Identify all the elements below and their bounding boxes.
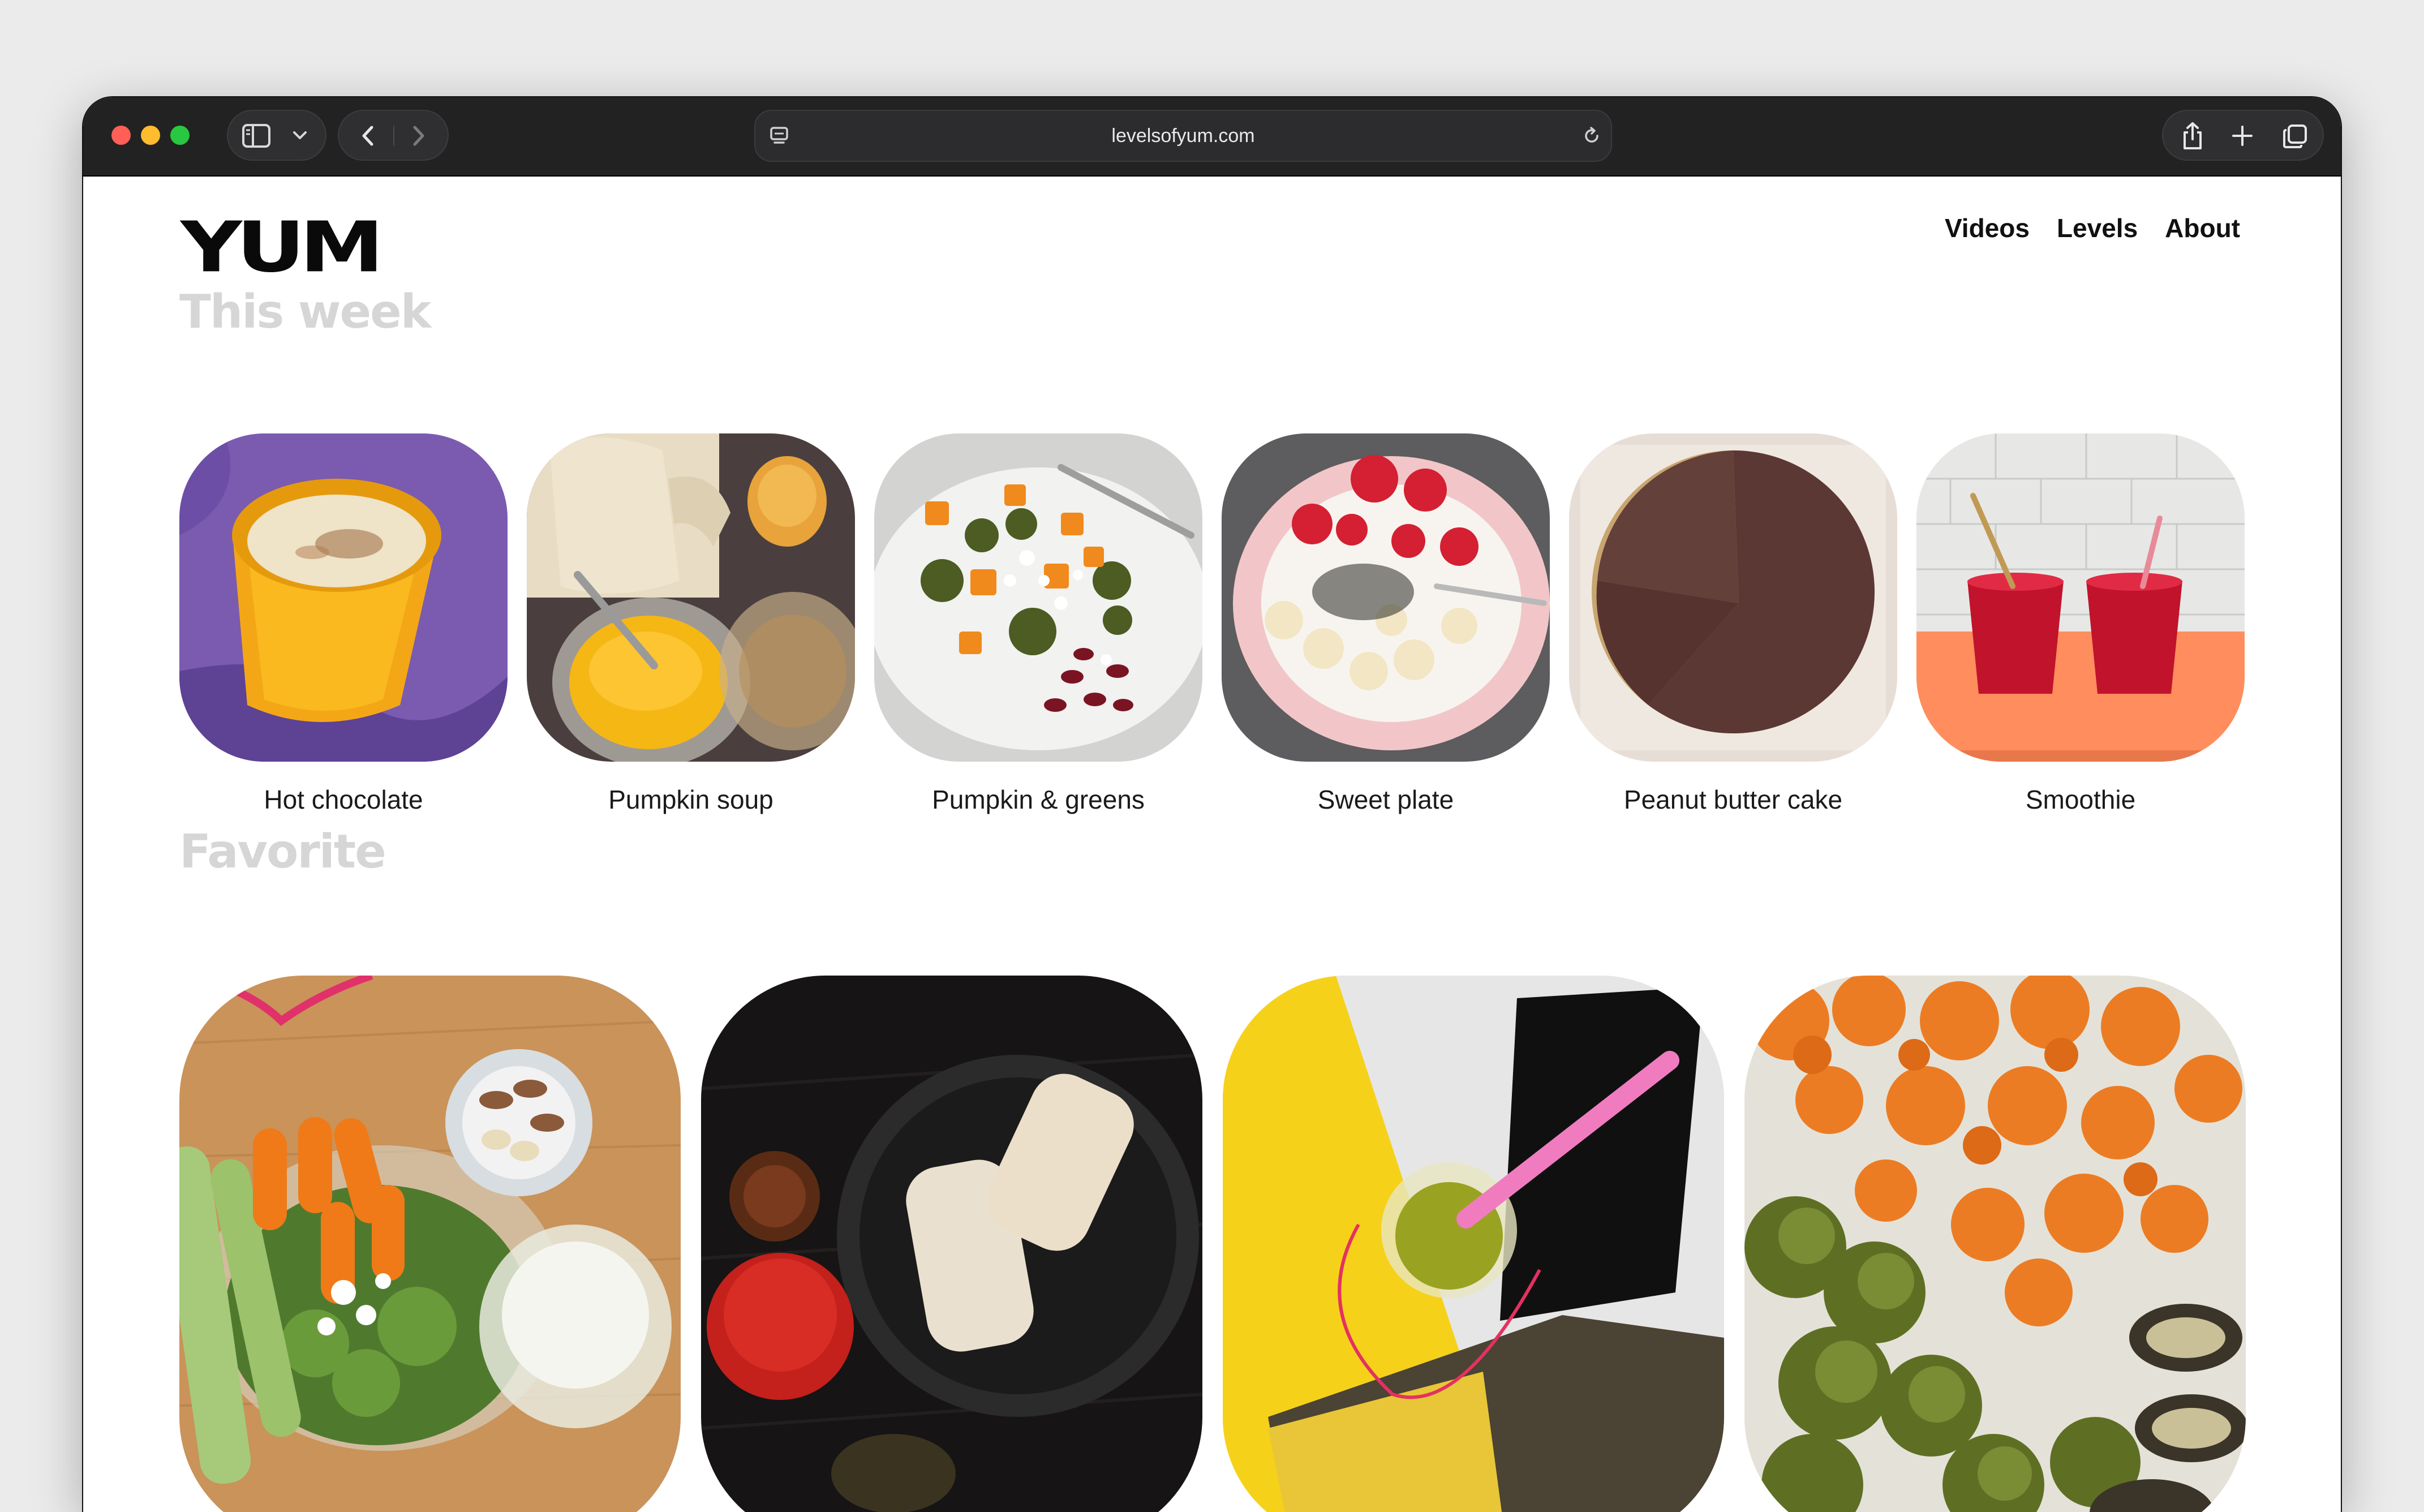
site-logo[interactable]: YUM [180, 213, 384, 282]
favorite-card-salad[interactable] [179, 976, 681, 1512]
recipe-label: Peanut butter cake [1623, 785, 1843, 814]
recipe-label: Sweet plate [1317, 785, 1454, 814]
roasted-vegetables-photo [1744, 976, 2246, 1512]
chevron-down-icon[interactable] [291, 129, 308, 141]
sidebar-toggle-group [227, 110, 326, 161]
new-tab-icon[interactable] [2231, 124, 2254, 147]
recipe-label: Hot chocolate [264, 785, 423, 814]
browser-window: levelsofyum.com YUM Videos Levels About … [83, 97, 2341, 1512]
back-icon[interactable] [359, 124, 376, 147]
address-bar[interactable]: levelsofyum.com [754, 110, 1612, 162]
minimize-window-button[interactable] [141, 126, 160, 145]
window-actions-group [2162, 110, 2324, 161]
nav-levels-link[interactable]: Levels [2057, 213, 2138, 243]
pumpkin-greens-photo [874, 433, 1202, 762]
recipe-label: Pumpkin & greens [932, 785, 1145, 814]
pumpkin-soup-photo [527, 433, 855, 762]
hot-chocolate-photo [179, 433, 508, 762]
close-window-button[interactable] [111, 126, 131, 145]
recipe-card-pumpkin-greens[interactable]: Pumpkin & greens [874, 433, 1202, 815]
tab-overview-icon[interactable] [2282, 123, 2308, 149]
section-title-favorite: Favorite [179, 825, 386, 879]
site-nav: Videos Levels About [1945, 213, 2240, 243]
sweet-plate-photo [1222, 433, 1550, 762]
web-page: YUM Videos Levels About This week Hot ch… [83, 177, 2341, 1512]
zoom-window-button[interactable] [170, 126, 190, 145]
favorite-card-green-smoothie[interactable] [1223, 976, 1724, 1512]
sidebar-icon[interactable] [242, 123, 271, 148]
smoothie-photo [1916, 433, 2245, 762]
wraps-photo [701, 976, 1202, 1512]
green-smoothie-photo [1223, 976, 1724, 1512]
browser-toolbar: levelsofyum.com [83, 97, 2341, 177]
recipe-card-smoothie[interactable]: Smoothie [1916, 433, 2245, 815]
nav-about-link[interactable]: About [2165, 213, 2240, 243]
nav-videos-link[interactable]: Videos [1945, 213, 2030, 243]
reload-icon[interactable] [1581, 126, 1602, 146]
recipe-label: Smoothie [2025, 785, 2136, 814]
recipe-label: Pumpkin soup [608, 785, 773, 814]
url-text: levelsofyum.com [1111, 125, 1255, 147]
recipe-card-hot-chocolate[interactable]: Hot chocolate [179, 433, 508, 815]
recipe-card-peanut-butter-cake[interactable]: Peanut butter cake [1569, 433, 1897, 815]
section-title-this-week: This week [179, 285, 431, 339]
recipe-card-pumpkin-soup[interactable]: Pumpkin soup [527, 433, 855, 815]
share-icon[interactable] [2180, 121, 2205, 151]
peanut-butter-cake-photo [1569, 433, 1897, 762]
salad-photo [179, 976, 681, 1512]
favorite-card-roasted-vegetables[interactable] [1744, 976, 2246, 1512]
forward-icon[interactable] [410, 124, 427, 147]
navigation-group [338, 110, 449, 161]
favorite-card-wraps[interactable] [701, 976, 1202, 1512]
recipe-card-sweet-plate[interactable]: Sweet plate [1222, 433, 1550, 815]
